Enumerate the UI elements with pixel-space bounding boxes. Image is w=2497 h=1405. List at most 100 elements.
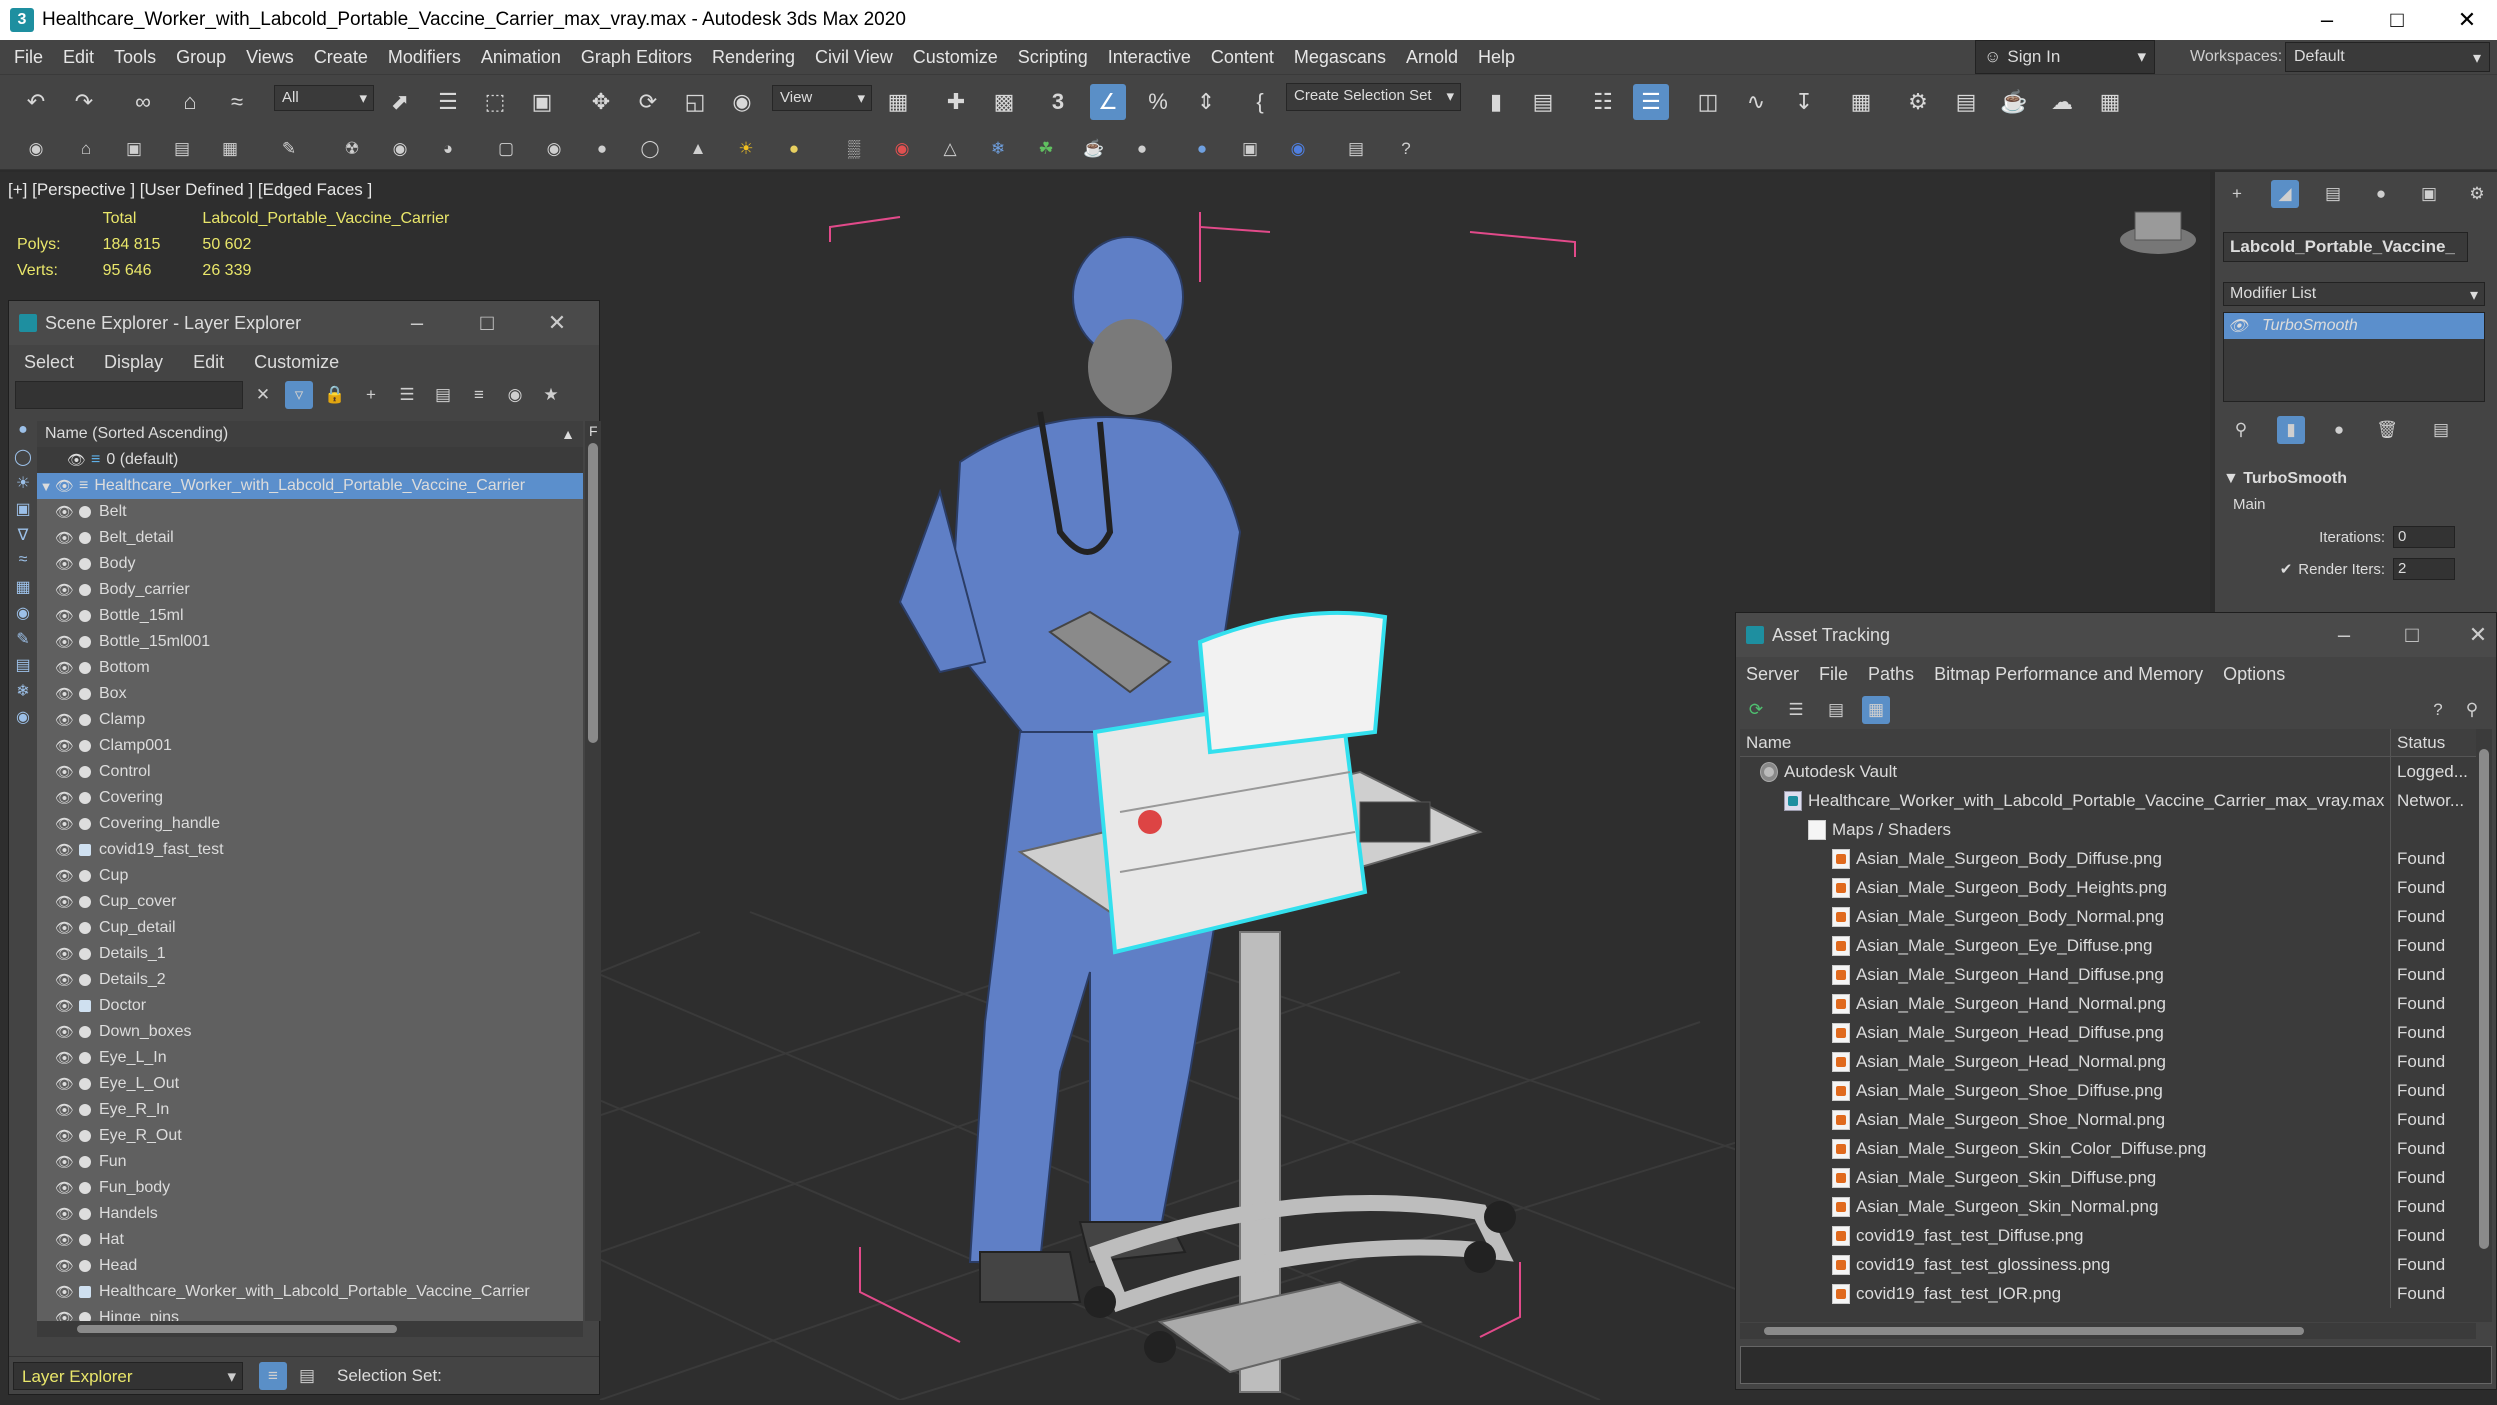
scene-explorer-vscrollbar[interactable] <box>585 421 601 1321</box>
reference-coordinate-select[interactable]: View ▾ <box>772 85 872 111</box>
create-tab-icon[interactable]: + <box>2223 180 2251 208</box>
asset-row[interactable]: Asian_Male_Surgeon_Body_Normal.png Found <box>1740 902 2476 931</box>
iterations-spinner[interactable]: 0 <box>2393 526 2455 548</box>
scene-object-row[interactable]: 👁 Eye_L_In <box>37 1045 583 1071</box>
menu-create[interactable]: Create <box>304 47 378 68</box>
scene-object-row[interactable]: 👁 Covering_handle <box>37 811 583 837</box>
scene-object-row[interactable]: 👁 Fun <box>37 1149 583 1175</box>
select-manipulate-icon[interactable]: ✚ <box>938 84 974 120</box>
foliage-icon[interactable]: ☘ <box>1032 135 1060 163</box>
unlink-icon[interactable]: ⌂ <box>172 84 208 120</box>
display-bones-icon[interactable]: ✎ <box>9 629 37 655</box>
minimize-button[interactable]: – <box>2324 620 2364 650</box>
visibility-eye-icon[interactable]: 👁 <box>55 607 74 625</box>
menu-civil-view[interactable]: Civil View <box>805 47 903 68</box>
visibility-eye-icon[interactable]: 👁 <box>55 711 74 729</box>
render-in-cloud-icon[interactable]: ☁ <box>2044 84 2080 120</box>
visibility-eye-icon[interactable]: 👁 <box>55 529 74 547</box>
vray-sphere-icon[interactable]: ● <box>1188 135 1216 163</box>
scene-object-row[interactable]: 👁 Hinge_pins <box>37 1305 583 1321</box>
window-crossing-icon[interactable]: ▣ <box>524 84 560 120</box>
hierarchy-tab-icon[interactable]: ▤ <box>2319 180 2347 208</box>
menu-group[interactable]: Group <box>166 47 236 68</box>
scene-object-row[interactable]: 👁 Control <box>37 759 583 785</box>
visibility-eye-icon[interactable]: 👁 <box>55 685 74 703</box>
menu-edit[interactable]: Edit <box>178 352 239 373</box>
asset-row[interactable]: covid19_fast_test_Diffuse.png Found <box>1740 1221 2476 1250</box>
display-frozen-icon[interactable]: ❄ <box>9 681 37 707</box>
menu-help[interactable]: Help <box>1468 47 1525 68</box>
scrollbar-thumb[interactable] <box>588 443 598 743</box>
scene-object-row[interactable]: 👁 Covering <box>37 785 583 811</box>
visibility-eye-icon[interactable]: 👁 <box>55 1101 74 1119</box>
visibility-toggle-icon[interactable]: ◉ <box>501 381 529 409</box>
menu-file[interactable]: File <box>1809 664 1858 685</box>
display-lights-icon[interactable]: ☀ <box>9 473 37 499</box>
motion-tab-icon[interactable]: ● <box>2367 180 2395 208</box>
scene-object-row[interactable]: 👁 covid19_fast_test <box>37 837 583 863</box>
dynamics-icon[interactable]: ◉ <box>888 135 916 163</box>
menu-views[interactable]: Views <box>236 47 304 68</box>
menu-graph-editors[interactable]: Graph Editors <box>571 47 702 68</box>
asset-row[interactable]: Asian_Male_Surgeon_Skin_Diffuse.png Found <box>1740 1163 2476 1192</box>
visibility-eye-icon[interactable]: 👁 <box>55 789 74 807</box>
scrollbar-thumb[interactable] <box>77 1325 397 1333</box>
name-column-header[interactable]: Name (Sorted Ascending) ▲ <box>37 421 583 447</box>
show-end-result-icon[interactable]: ▮ <box>2277 416 2305 444</box>
visibility-eye-icon[interactable]: 👁 <box>55 1179 74 1197</box>
visibility-eye-icon[interactable]: 👁 <box>55 1153 74 1171</box>
close-button[interactable]: ✕ <box>2432 0 2497 40</box>
scene-object-row[interactable]: 👁 Eye_R_In <box>37 1097 583 1123</box>
asset-tracking-titlebar[interactable]: Asset Tracking – □ ✕ <box>1736 613 2496 657</box>
scene-object-row[interactable]: 👁 Details_2 <box>37 967 583 993</box>
scene-object-row[interactable]: 👁 Cup_detail <box>37 915 583 941</box>
scrollbar-thumb[interactable] <box>1764 1327 2304 1335</box>
rectangular-selection-icon[interactable]: ⬚ <box>477 84 513 120</box>
scene-object-row[interactable]: 👁 Clamp001 <box>37 733 583 759</box>
cloth-icon[interactable]: △ <box>936 135 964 163</box>
align-icon[interactable]: ▤ <box>1525 84 1561 120</box>
hair-icon[interactable]: ☕ <box>1080 135 1108 163</box>
modifier-list-select[interactable]: Modifier List ▾ <box>2223 282 2485 306</box>
menu-modifiers[interactable]: Modifiers <box>378 47 471 68</box>
toggle-layer-explorer-icon[interactable]: ☰ <box>1633 84 1669 120</box>
menu-tools[interactable]: Tools <box>104 47 166 68</box>
display-groups-icon[interactable]: ▦ <box>9 577 37 603</box>
scene-object-row[interactable]: 👁 Doctor <box>37 993 583 1019</box>
paint-icon[interactable]: ☢ <box>338 135 366 163</box>
vray-frame-icon[interactable]: ▣ <box>1236 135 1264 163</box>
column-f-header[interactable]: F <box>589 423 598 439</box>
menu-arnold[interactable]: Arnold <box>1396 47 1468 68</box>
scene-object-row[interactable]: 👁 Body_carrier <box>37 577 583 603</box>
scene-object-row[interactable]: 👁 Handels <box>37 1201 583 1227</box>
link-icon[interactable]: ∞ <box>125 84 161 120</box>
visibility-eye-icon[interactable]: 👁 <box>55 1231 74 1249</box>
box-primitive-icon[interactable]: ▢ <box>492 135 520 163</box>
scene-object-row[interactable]: 👁 Hat <box>37 1227 583 1253</box>
minimize-button[interactable]: – <box>397 308 437 338</box>
retopology-icon[interactable]: ◕ <box>434 135 462 163</box>
table-view-icon[interactable]: ▤ <box>1822 696 1850 724</box>
visibility-eye-icon[interactable]: 👁 <box>55 1075 74 1093</box>
visibility-eye-icon[interactable]: 👁 <box>55 815 74 833</box>
scene-object-row[interactable]: 👁 Down_boxes <box>37 1019 583 1045</box>
asset-row[interactable]: Asian_Male_Surgeon_Head_Normal.png Found <box>1740 1047 2476 1076</box>
asset-row[interactable]: Asian_Male_Surgeon_Eye_Diffuse.png Found <box>1740 931 2476 960</box>
maximize-button[interactable]: □ <box>2362 0 2432 40</box>
layer-stack-icon[interactable]: ≡ <box>465 381 493 409</box>
asset-row[interactable]: Asian_Male_Surgeon_Body_Diffuse.png Found <box>1740 844 2476 873</box>
material-editor-icon[interactable]: ▦ <box>1843 84 1879 120</box>
snaps-toggle-icon[interactable]: 3 <box>1040 84 1076 120</box>
scene-object-row[interactable]: 👁 Cup <box>37 863 583 889</box>
cone-primitive-icon[interactable]: ▲ <box>684 135 712 163</box>
edit-named-selection-icon[interactable]: { <box>1242 84 1278 120</box>
scene-object-row[interactable]: 👁 Belt <box>37 499 583 525</box>
visibility-eye-icon[interactable]: 👁 <box>55 1309 74 1321</box>
brush-icon[interactable]: ✎ <box>275 135 303 163</box>
menu-options[interactable]: Options <box>2213 664 2295 685</box>
sphere-primitive-icon[interactable]: ● <box>588 135 616 163</box>
visibility-eye-icon[interactable]: 👁 <box>55 763 74 781</box>
menu-bitmap-performance[interactable]: Bitmap Performance and Memory <box>1924 664 2213 685</box>
asset-row[interactable]: Asian_Male_Surgeon_Hand_Normal.png Found <box>1740 989 2476 1018</box>
create-selection-set-select[interactable]: Create Selection Set ▾ <box>1286 83 1461 111</box>
